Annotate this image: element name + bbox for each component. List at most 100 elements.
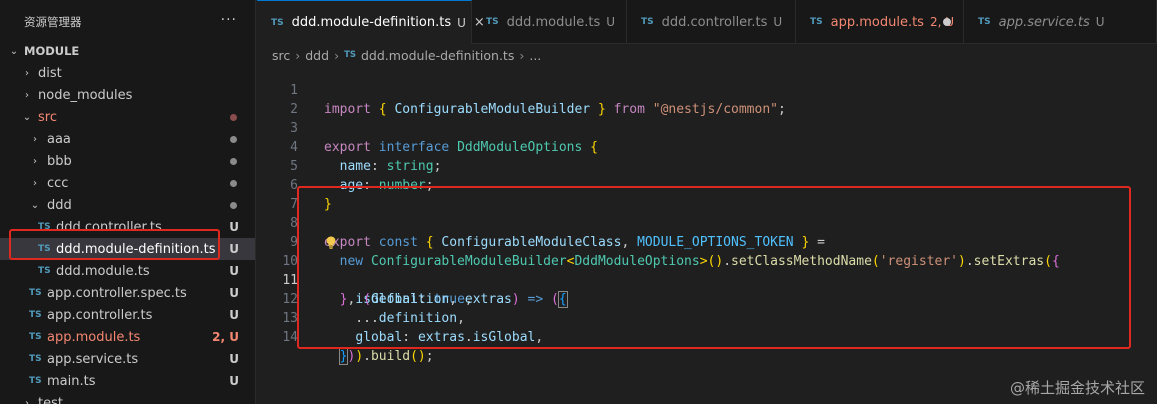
chevron-right-icon: › xyxy=(33,177,37,189)
tree-file-app-service[interactable]: TS app.service.ts U xyxy=(0,348,255,370)
tab-label: ddd.module-definition.ts xyxy=(291,15,452,30)
tree-item-aaa[interactable]: › aaa xyxy=(0,128,255,150)
tab-ddd-module-definition[interactable]: TS ddd.module-definition.ts U × xyxy=(257,0,485,44)
typescript-file-icon: TS xyxy=(344,50,356,60)
code-line: 2 xyxy=(257,81,1157,117)
tree-item-label: bbb xyxy=(47,153,72,169)
untracked-dot-icon xyxy=(230,135,237,143)
chevron-right-icon: › xyxy=(25,89,29,101)
tab-app-service[interactable]: TS app.service.ts U xyxy=(964,0,1157,44)
tab-label: app.module.ts xyxy=(830,14,924,30)
tree-item-label: src xyxy=(38,109,57,125)
tree-item-label: app.module.ts xyxy=(47,329,141,345)
chevron-right-icon: › xyxy=(295,47,301,63)
chevron-right-icon: › xyxy=(25,67,29,79)
chevron-right-icon: › xyxy=(33,155,37,167)
chevron-down-icon: ⌄ xyxy=(9,45,19,57)
typescript-file-icon: TS xyxy=(29,354,42,364)
git-status-badge: U xyxy=(229,308,239,322)
tab-label: ddd.controller.ts xyxy=(661,14,768,30)
tree-item-ddd[interactable]: ⌄ ddd xyxy=(0,194,255,216)
tree-item-label: app.controller.ts xyxy=(47,307,153,323)
annotation-highlight-code xyxy=(297,186,1131,349)
code-line: 6 } xyxy=(257,157,1157,212)
explorer-header: 资源管理器 ··· xyxy=(0,0,255,44)
git-status-badge: U xyxy=(229,264,239,278)
typescript-file-icon: TS xyxy=(29,376,42,386)
tree-item-label: main.ts xyxy=(47,373,96,389)
breadcrumb-item[interactable]: ddd.module-definition.ts xyxy=(361,48,514,63)
tree-file-ddd-module[interactable]: TS ddd.module.ts U xyxy=(0,260,255,282)
tree-file-app-controller[interactable]: TS app.controller.ts U xyxy=(0,304,255,326)
typescript-file-icon: TS xyxy=(29,288,42,298)
git-status-badge: U xyxy=(229,286,239,300)
git-status-badge: U xyxy=(229,374,239,388)
tab-label: ddd.module.ts xyxy=(506,14,601,30)
code-line: 3 export interface DddModuleOptions { xyxy=(257,100,1157,155)
typescript-file-icon: TS xyxy=(978,17,991,27)
code-line: 4 name: string; xyxy=(257,119,1157,174)
line-number: 14 xyxy=(282,330,298,345)
tree-item-bbb[interactable]: › bbb xyxy=(0,150,255,172)
tree-file-main[interactable]: TS main.ts U xyxy=(0,370,255,392)
chevron-right-icon: › xyxy=(519,47,525,63)
chevron-right-icon: › xyxy=(33,133,37,145)
explorer-title: 资源管理器 xyxy=(24,15,82,29)
annotation-highlight-file xyxy=(9,229,220,260)
tree-item-label: node_modules xyxy=(38,87,133,103)
tree-item-label: app.service.ts xyxy=(47,351,139,367)
chevron-down-icon: ⌄ xyxy=(22,111,32,123)
tree-item-label: ccc xyxy=(47,175,69,191)
typescript-file-icon: TS xyxy=(29,332,42,342)
typescript-file-icon: TS xyxy=(271,17,284,28)
chevron-right-icon: › xyxy=(334,47,340,63)
tree-item-node-modules[interactable]: › node_modules xyxy=(0,84,255,106)
tree-file-app-controller-spec[interactable]: TS app.controller.spec.ts U xyxy=(0,282,255,304)
tree-item-dist[interactable]: › dist xyxy=(0,62,255,84)
tree-root-label: MODULE xyxy=(24,44,80,58)
typescript-file-icon: TS xyxy=(486,17,499,27)
breadcrumb-item[interactable]: ... xyxy=(529,48,541,63)
untracked-dot-icon xyxy=(230,157,237,165)
watermark: @稀土掘金技术社区 xyxy=(1009,379,1145,397)
explorer-sidebar: 资源管理器 ··· ⌄ MODULE › dist › node_modules… xyxy=(0,0,256,404)
untracked-dot-icon xyxy=(230,201,237,209)
tab-git-status: U xyxy=(1095,15,1105,29)
tree-item-ccc[interactable]: › ccc xyxy=(0,172,255,194)
tab-git-status: U xyxy=(773,15,783,29)
breadcrumb-item[interactable]: ddd xyxy=(305,48,329,63)
modified-dot-icon xyxy=(230,113,237,121)
tree-item-label: app.controller.spec.ts xyxy=(47,285,187,301)
typescript-file-icon: TS xyxy=(641,17,654,27)
git-status-badge: U xyxy=(229,352,239,366)
tree-file-app-module[interactable]: TS app.module.ts 2, U xyxy=(0,326,255,348)
git-status-badge: U xyxy=(229,220,239,234)
tab-git-status: U xyxy=(606,15,616,29)
tree-item-label: dist xyxy=(38,65,62,81)
tab-label: app.service.ts xyxy=(998,14,1090,30)
tab-ddd-controller[interactable]: TS ddd.controller.ts U xyxy=(627,0,796,44)
chevron-right-icon: › xyxy=(25,397,29,404)
typescript-file-icon: TS xyxy=(29,310,42,320)
more-actions-icon[interactable]: ··· xyxy=(221,12,237,28)
tree-item-label: aaa xyxy=(47,131,71,147)
tree-item-label: test xyxy=(38,395,63,404)
typescript-file-icon: TS xyxy=(810,17,823,27)
unsaved-dot-icon xyxy=(943,18,951,26)
tab-ddd-module[interactable]: TS ddd.module.ts U xyxy=(472,0,627,44)
breadcrumb-item[interactable]: src xyxy=(272,48,290,63)
git-status-badge: U xyxy=(229,242,239,256)
tree-root-module[interactable]: ⌄ MODULE xyxy=(0,40,255,62)
code-line: 5 age: number; xyxy=(257,138,1157,193)
git-status-badge: 2, U xyxy=(212,330,239,344)
editor-tab-bar: TS ddd.module-definition.ts U × TS ddd.m… xyxy=(257,0,1157,44)
chevron-down-icon: ⌄ xyxy=(30,199,40,211)
untracked-dot-icon xyxy=(230,179,237,187)
tree-item-label: ddd xyxy=(47,197,72,213)
tree-item-label: ddd.module.ts xyxy=(56,263,150,279)
tree-item-src[interactable]: ⌄ src xyxy=(0,106,255,128)
tab-app-module[interactable]: TS app.module.ts 2, U xyxy=(796,0,964,44)
code-text: })).build(); xyxy=(338,348,434,365)
tree-item-test[interactable]: › test xyxy=(0,392,255,404)
tab-git-status: U xyxy=(457,15,466,30)
